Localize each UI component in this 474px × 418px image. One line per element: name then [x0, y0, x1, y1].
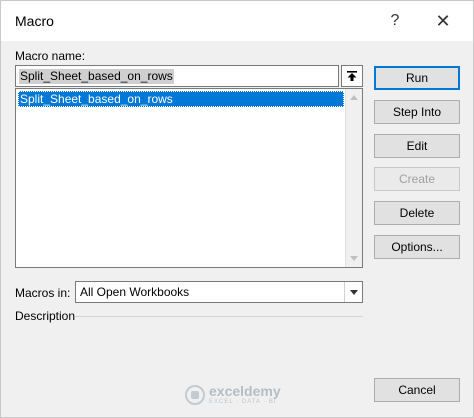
- options-button[interactable]: Options...: [374, 235, 460, 259]
- step-into-button[interactable]: Step Into: [374, 100, 460, 124]
- macro-name-input[interactable]: Split_Sheet_based_on_rows: [15, 65, 339, 87]
- close-button[interactable]: ✕: [421, 1, 465, 41]
- macros-in-value: All Open Workbooks: [80, 285, 190, 299]
- chevron-down-icon: [349, 289, 358, 295]
- macro-name-value: Split_Sheet_based_on_rows: [19, 69, 174, 84]
- upload-arrow-button[interactable]: [341, 65, 363, 87]
- watermark-tagline: EXCEL · DATA · BI: [209, 399, 277, 405]
- title-bar: Macro ? ✕: [1, 1, 473, 41]
- exceldemy-logo-icon: [185, 384, 205, 405]
- description-divider: [75, 316, 363, 317]
- scroll-down-arrow-icon[interactable]: [350, 256, 358, 261]
- list-item[interactable]: Split_Sheet_based_on_rows: [18, 91, 344, 107]
- vertical-scrollbar[interactable]: [345, 89, 362, 267]
- dropdown-button[interactable]: [344, 282, 362, 302]
- window-title: Macro: [15, 13, 54, 29]
- edit-button[interactable]: Edit: [374, 134, 460, 158]
- macro-list[interactable]: Split_Sheet_based_on_rows: [15, 88, 363, 268]
- scroll-up-arrow-icon[interactable]: [350, 95, 358, 100]
- description-label: Description: [15, 309, 76, 323]
- run-button[interactable]: Run: [374, 66, 460, 90]
- watermark-name: exceldemy: [209, 383, 281, 399]
- cancel-button[interactable]: Cancel: [374, 378, 460, 402]
- upload-arrow-icon: [347, 71, 357, 81]
- macros-in-select[interactable]: All Open Workbooks: [75, 281, 363, 303]
- macro-name-label: Macro name:: [15, 49, 86, 63]
- macro-dialog: Macro ? ✕ Macro name: Split_Sheet_based_…: [0, 0, 474, 418]
- watermark: exceldemy EXCEL · DATA · BI: [185, 384, 281, 405]
- delete-button[interactable]: Delete: [374, 201, 460, 225]
- help-button[interactable]: ?: [373, 1, 417, 41]
- create-button: Create: [374, 167, 460, 191]
- macros-in-label: Macros in:: [15, 286, 71, 300]
